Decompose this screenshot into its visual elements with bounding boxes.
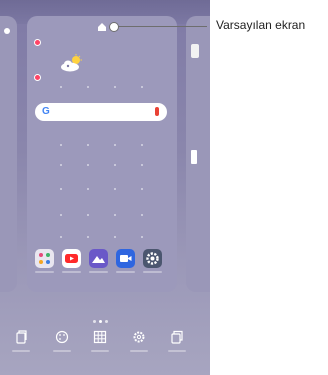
weather-icon: [59, 54, 83, 72]
grid-icon[interactable]: [85, 330, 115, 352]
grid-dot: [141, 188, 143, 190]
grid-dot: [87, 214, 89, 216]
callout-label: Varsayılan ekran: [216, 18, 306, 32]
grid-dot: [141, 144, 143, 146]
search-widget[interactable]: G: [35, 103, 167, 121]
grid-dot: [114, 214, 116, 216]
grid-dot: [141, 86, 143, 88]
grid-dot: [87, 86, 89, 88]
app-label: [89, 271, 108, 273]
app-label: [35, 271, 54, 273]
settings-icon[interactable]: [124, 330, 154, 352]
home-icon[interactable]: [97, 22, 107, 32]
grid-dot: [60, 164, 62, 166]
left-page-marker: [4, 28, 10, 34]
grid-dot: [87, 164, 89, 166]
phone-screen: G: [0, 0, 210, 375]
page-dot: [93, 320, 96, 323]
palette-icon[interactable]: [47, 330, 77, 352]
page-dot: [105, 320, 108, 323]
grid-dot: [60, 86, 62, 88]
grid-dot: [60, 236, 62, 238]
grid-dot: [87, 144, 89, 146]
grid-dot: [87, 188, 89, 190]
video-app-icon[interactable]: [116, 249, 135, 268]
tool-label: [130, 350, 148, 352]
app-label: [116, 271, 135, 273]
app-label: [62, 271, 81, 273]
grid-dot: [87, 236, 89, 238]
gallery-app-icon[interactable]: [35, 249, 54, 268]
right-page-icon: [191, 150, 197, 164]
page-indicator: [93, 310, 111, 328]
mic-icon[interactable]: [155, 107, 159, 116]
tool-label: [53, 350, 71, 352]
photo-app-icon[interactable]: [89, 249, 108, 268]
home-screen-page[interactable]: G: [27, 16, 177, 292]
grid-dot: [114, 86, 116, 88]
tool-label: [91, 350, 109, 352]
settings-app-icon[interactable]: [143, 249, 162, 268]
grid-dot: [141, 164, 143, 166]
grid-dot: [60, 214, 62, 216]
grid-dot: [114, 164, 116, 166]
page-dot-active: [99, 320, 102, 323]
copy-icon[interactable]: [162, 330, 192, 352]
grid-dot: [114, 188, 116, 190]
grid-dot: [141, 214, 143, 216]
remove-widget-badge[interactable]: [34, 74, 41, 81]
google-g-icon: G: [42, 106, 50, 117]
tool-label: [12, 350, 30, 352]
grid-dot: [141, 236, 143, 238]
tool-label: [168, 350, 186, 352]
app-label: [143, 271, 162, 273]
right-page-widget: [191, 44, 199, 58]
remove-page-badge[interactable]: [34, 39, 41, 46]
callout-marker: [109, 22, 119, 32]
callout-line: [114, 26, 207, 27]
grid-dot: [114, 144, 116, 146]
youtube-app-icon[interactable]: [62, 249, 81, 268]
grid-dot: [60, 188, 62, 190]
right-page-preview[interactable]: [186, 16, 210, 292]
grid-dot: [114, 236, 116, 238]
page-icon[interactable]: [6, 330, 36, 352]
grid-dot: [60, 144, 62, 146]
left-page-preview[interactable]: [0, 16, 17, 292]
